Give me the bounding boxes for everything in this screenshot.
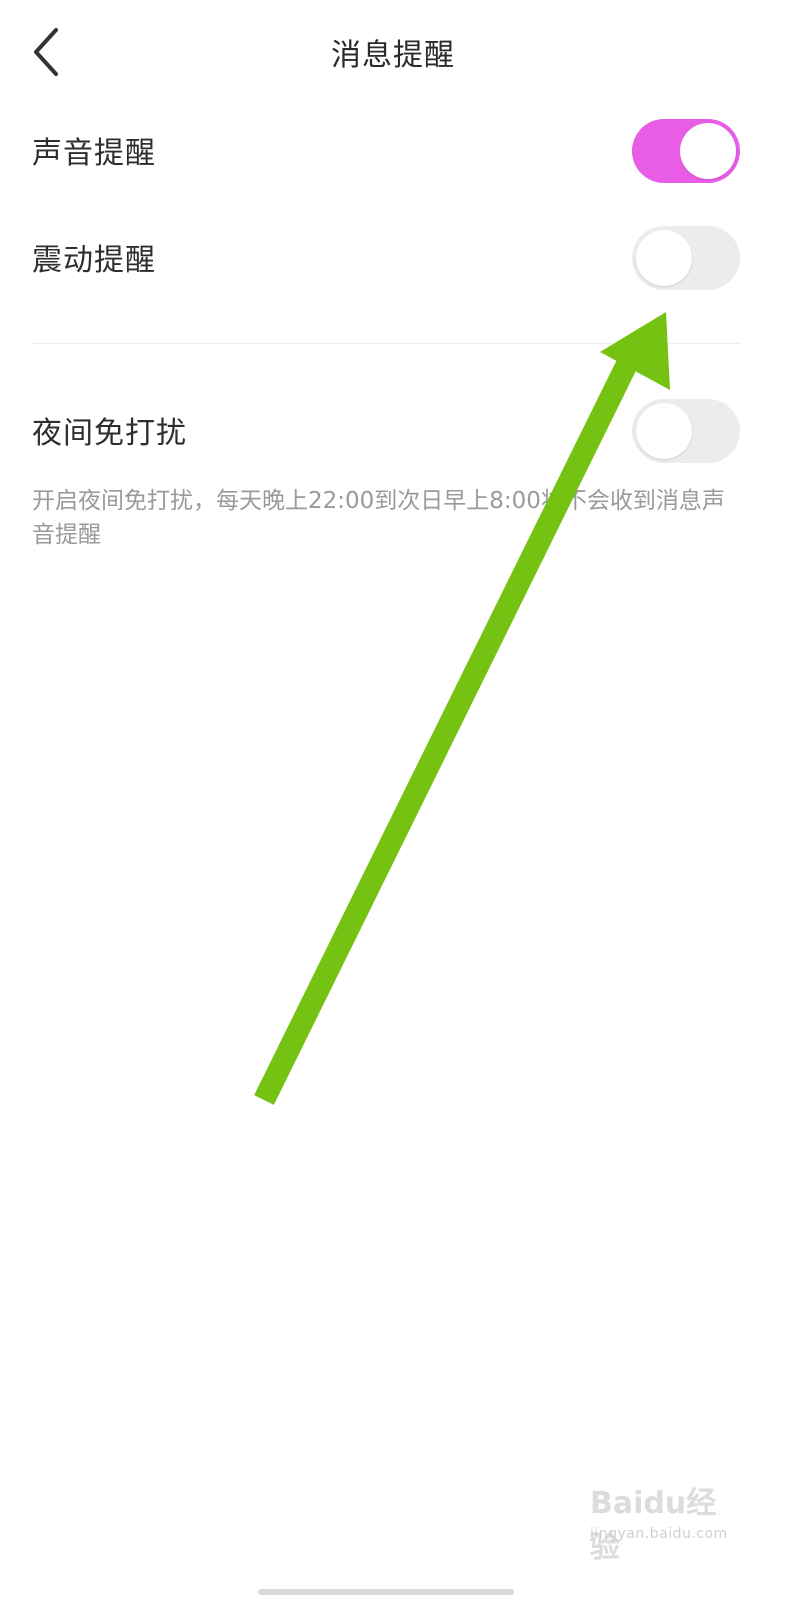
- setting-row-sound: 声音提醒: [0, 110, 786, 190]
- sound-reminder-label: 声音提醒: [32, 136, 156, 171]
- watermark-logo: Baidu经验: [590, 1486, 717, 1565]
- vibration-reminder-toggle[interactable]: [632, 226, 740, 290]
- sound-reminder-toggle[interactable]: [632, 119, 740, 183]
- toggle-knob: [680, 123, 736, 179]
- setting-row-night-mode: 夜间免打扰: [0, 390, 786, 470]
- toggle-knob: [636, 403, 692, 459]
- watermark: Baidu经验 jingyan.baidu.com: [590, 1478, 740, 1565]
- page-title: 消息提醒: [331, 38, 455, 73]
- night-mode-toggle[interactable]: [632, 399, 740, 463]
- vibration-reminder-label: 震动提醒: [32, 243, 156, 278]
- section-divider: [32, 343, 740, 344]
- night-mode-label: 夜间免打扰: [32, 416, 187, 451]
- night-mode-hint: 开启夜间免打扰，每天晚上22:00到次日早上8:00将不会收到消息声音提醒: [32, 488, 725, 548]
- watermark-url: jingyan.baidu.com: [590, 1526, 728, 1542]
- setting-row-vibration: 震动提醒: [0, 217, 786, 297]
- nav-bar: 消息提醒: [0, 0, 786, 104]
- toggle-knob: [636, 230, 692, 286]
- home-indicator[interactable]: [258, 1589, 514, 1595]
